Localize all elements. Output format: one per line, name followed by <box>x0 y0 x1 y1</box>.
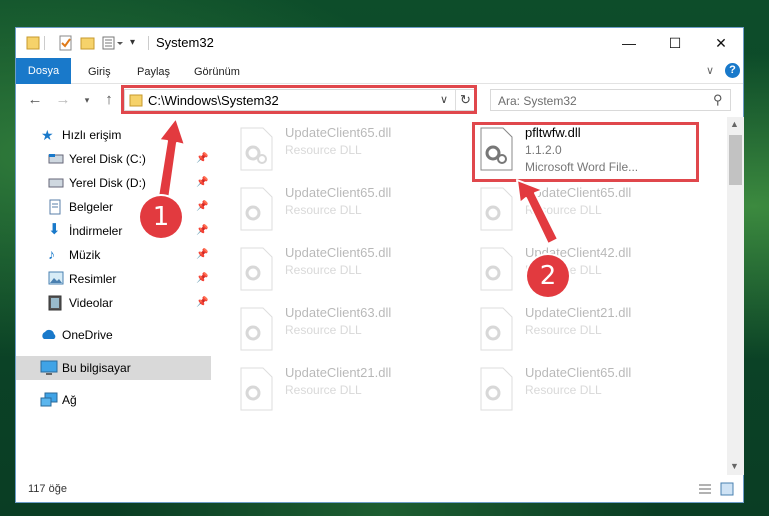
step-1-badge: 1 <box>140 196 182 238</box>
arrow-2-icon <box>516 179 559 245</box>
step-2-badge: 2 <box>527 255 569 297</box>
annotation-arrows <box>157 117 559 245</box>
arrow-1-icon <box>157 117 186 200</box>
